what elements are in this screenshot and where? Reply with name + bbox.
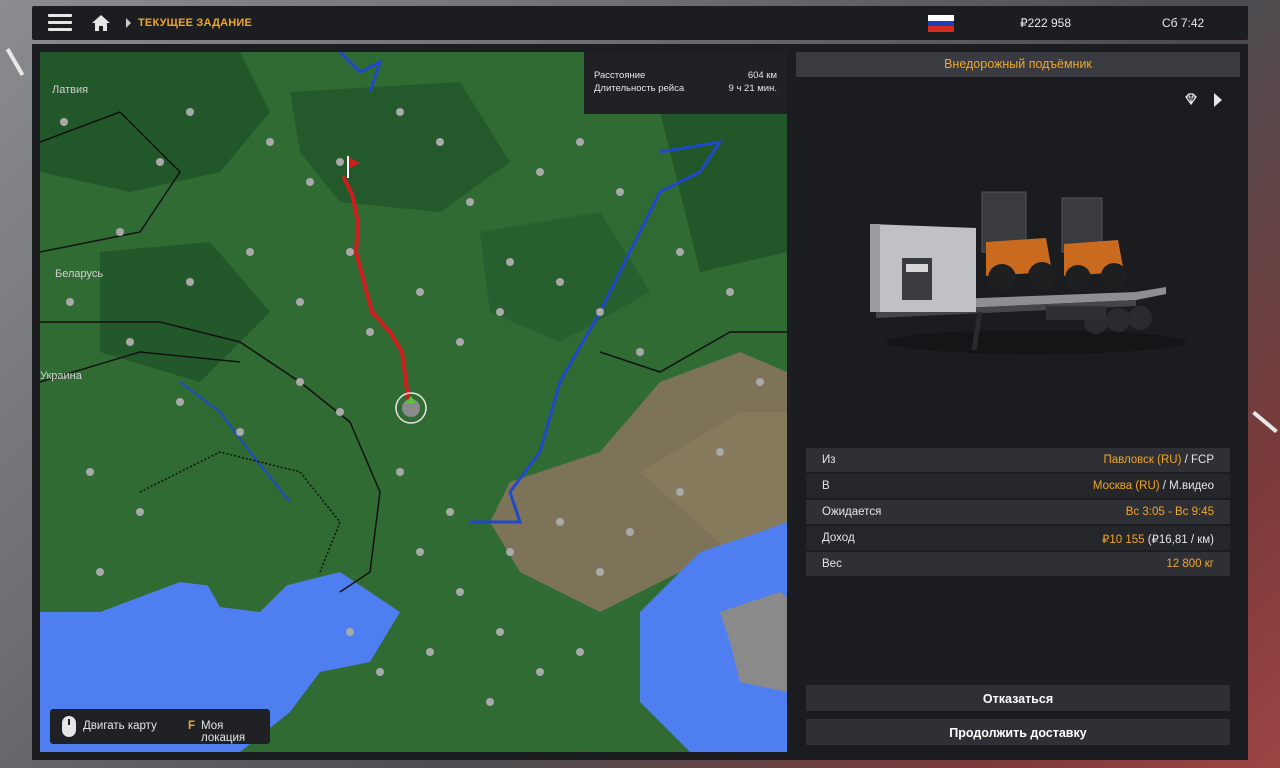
from-city: Павловск (RU) [1103, 454, 1182, 466]
continue-delivery-button[interactable]: Продолжить доставку [806, 719, 1230, 745]
from-value: Павловск (RU) / FCP [1103, 454, 1214, 466]
map-label-belarus: Беларусь [55, 268, 104, 280]
money-balance: ₽222 958 [1020, 16, 1072, 30]
map-canvas [40, 52, 787, 752]
from-company: / FCP [1181, 454, 1214, 466]
russia-flag-icon [928, 15, 954, 33]
distance-label: Расстояние [594, 70, 646, 81]
home-icon[interactable] [90, 12, 112, 34]
detail-row-from: Из Павловск (RU) / FCP [806, 448, 1230, 472]
to-company: / М.видео [1159, 480, 1214, 492]
move-map-hint[interactable]: Двигать карту [83, 720, 157, 732]
distance-row: Расстояние 604 км [594, 70, 777, 81]
map-label-latvia: Латвия [52, 84, 89, 96]
mouse-icon [62, 716, 76, 737]
weight-label: Вес [822, 558, 842, 570]
expected-value: Вс 3:05 - Вс 9:45 [1125, 506, 1214, 518]
route-map[interactable]: Латвия Беларусь Украина Расстояние 604 к… [40, 52, 787, 752]
cargo-panel: Внедорожный подъёмник [796, 52, 1240, 420]
weight-value: 12 800 кг [1166, 558, 1214, 570]
from-label: Из [822, 454, 836, 466]
map-controls-hint: Двигать карту F Моя локация [50, 709, 270, 744]
decline-button[interactable]: Отказаться [806, 685, 1230, 711]
detail-row-income: Доход ₽10 155 (₽16,81 / км) [806, 526, 1230, 550]
expected-label: Ожидается [822, 506, 882, 518]
top-bar: ТЕКУЩЕЕ ЗАДАНИЕ ₽222 958 Сб 7:42 [32, 6, 1248, 40]
income-value: ₽10 155 (₽16,81 / км) [1102, 532, 1214, 546]
to-value: Москва (RU) / М.видео [1093, 480, 1214, 492]
breadcrumb-arrow-icon [126, 18, 131, 28]
cargo-title: Внедорожный подъёмник [796, 52, 1240, 77]
detail-row-expected: Ожидается Вс 3:05 - Вс 9:45 [806, 500, 1230, 524]
income-label: Доход [822, 532, 855, 544]
job-details: Из Павловск (RU) / FCP В Москва (RU) / М… [796, 430, 1240, 753]
duration-row: Длительность рейса 9 ч 21 мин. [594, 83, 777, 94]
duration-value: 9 ч 21 мин. [728, 83, 777, 94]
menu-icon[interactable] [48, 13, 72, 33]
duration-label: Длительность рейса [594, 83, 685, 94]
to-label: В [822, 480, 830, 492]
breadcrumb: ТЕКУЩЕЕ ЗАДАНИЕ [138, 17, 253, 29]
detail-row-to: В Москва (RU) / М.видео [806, 474, 1230, 498]
income-rate: (₽16,81 / км) [1144, 534, 1214, 546]
income-amount: ₽10 155 [1102, 534, 1145, 546]
game-clock: Сб 7:42 [1162, 16, 1205, 30]
trailer-image [870, 191, 1186, 354]
route-stats: Расстояние 604 км Длительность рейса 9 ч… [584, 52, 787, 114]
key-f-badge: F [188, 720, 196, 732]
map-label-ukraine: Украина [40, 370, 82, 382]
distance-value: 604 км [747, 70, 777, 81]
my-location-hint[interactable]: Моя локация [201, 720, 270, 744]
diamond-icon[interactable] [1184, 92, 1198, 106]
to-city: Москва (RU) [1092, 480, 1160, 492]
detail-row-weight: Вес 12 800 кг [806, 552, 1230, 576]
next-arrow-icon[interactable] [1214, 93, 1222, 107]
